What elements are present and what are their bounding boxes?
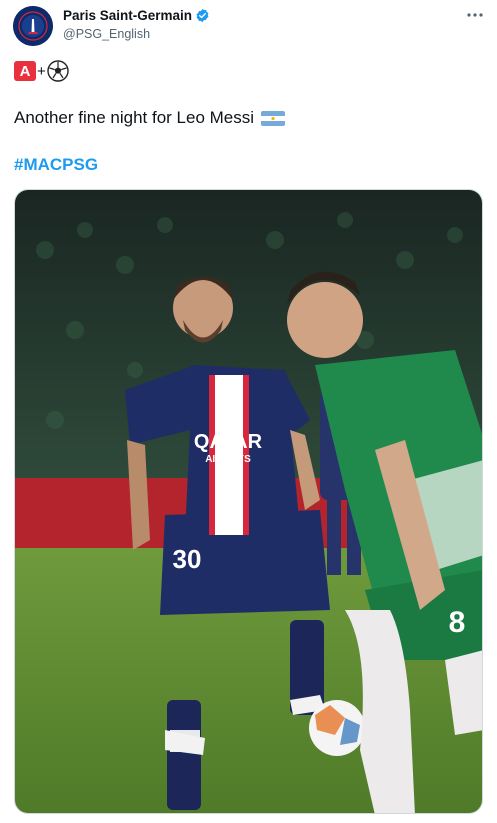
emoji-line: A + (14, 60, 69, 82)
verified-badge-icon (196, 8, 209, 23)
avatar[interactable] (13, 6, 53, 46)
tweet-header: Paris Saint-Germain @PSG_English (0, 0, 497, 50)
plus-sign: + (37, 62, 46, 80)
jersey-sponsor-sub: AIRWAYS (205, 454, 251, 465)
account-handle[interactable]: @PSG_English (63, 27, 150, 41)
jersey-sponsor: QATAR (194, 431, 263, 453)
psg-crest-icon (13, 6, 53, 46)
name-row: Paris Saint-Germain (63, 8, 210, 23)
match-photo: QATAR AIRWAYS 30 8 (15, 190, 482, 813)
hashtag-link[interactable]: #MACPSG (14, 155, 98, 175)
shorts-number: 30 (173, 544, 202, 574)
display-name[interactable]: Paris Saint-Germain (63, 8, 192, 23)
opponent-number: 8 (449, 606, 466, 639)
tweet-text-row: Another fine night for Leo Messi (14, 108, 286, 128)
more-options-icon[interactable] (466, 8, 484, 22)
argentina-flag-icon (261, 110, 286, 126)
soccer-ball-icon (47, 60, 69, 82)
tweet-text: Another fine night for Leo Messi (14, 108, 255, 127)
tweet-photo[interactable]: QATAR AIRWAYS 30 8 (14, 189, 483, 814)
letter-a-emoji: A (14, 61, 36, 81)
match-ball (309, 700, 365, 756)
